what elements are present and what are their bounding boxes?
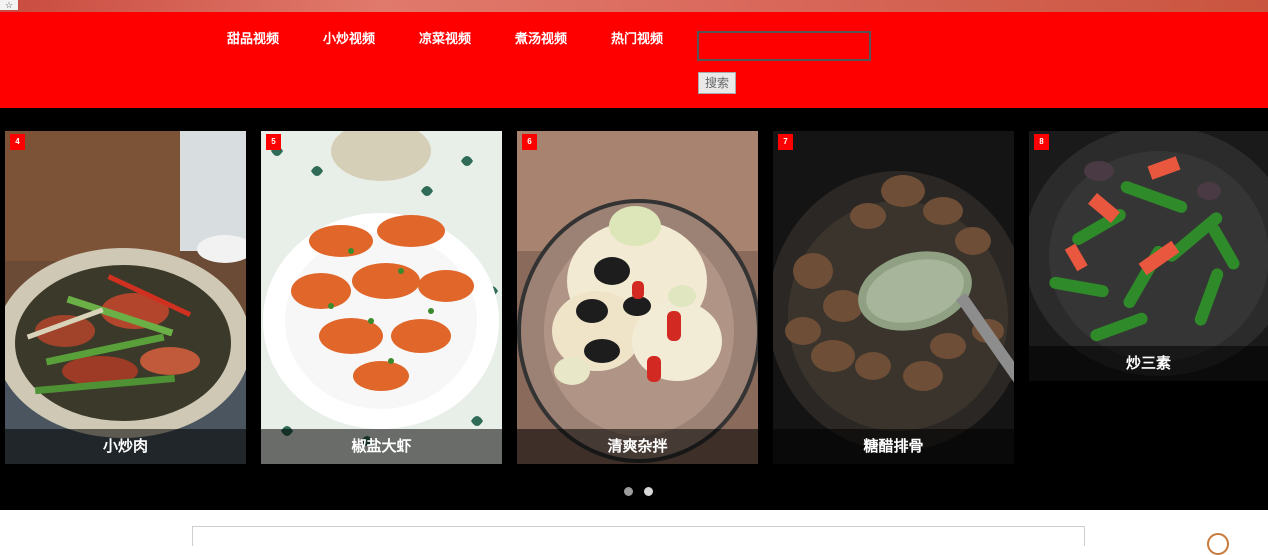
carousel-card[interactable]: 8 炒三素 <box>1029 131 1268 381</box>
carousel-card[interactable]: 5 椒盐大虾 <box>261 131 502 464</box>
nav-item-stirfry-videos[interactable]: 小炒视频 <box>323 28 375 47</box>
floating-widget-icon[interactable] <box>1207 533 1229 555</box>
carousel-dot-1[interactable] <box>624 487 633 496</box>
nav-item-soup-videos[interactable]: 煮汤视频 <box>515 28 567 47</box>
dish-photo <box>5 131 246 464</box>
card-number-badge: 6 <box>522 134 537 150</box>
card-title: 炒三素 <box>1029 346 1268 381</box>
card-title: 清爽杂拌 <box>517 429 758 464</box>
search-input[interactable] <box>697 31 871 61</box>
search-button[interactable]: 搜索 <box>698 72 736 94</box>
dish-photo <box>261 131 502 464</box>
top-banner-strip <box>0 0 1268 12</box>
carousel-dot-2[interactable] <box>644 487 653 496</box>
content-container <box>192 526 1085 546</box>
nav-item-dessert-videos[interactable]: 甜品视频 <box>227 28 279 47</box>
card-title: 椒盐大虾 <box>261 429 502 464</box>
dish-photo <box>773 131 1014 464</box>
carousel-card[interactable]: 4 小炒肉 <box>5 131 246 464</box>
card-title: 糖醋排骨 <box>773 429 1014 464</box>
navbar: 甜品视频 小炒视频 凉菜视频 煮汤视频 热门视频 搜索 <box>0 12 1268 108</box>
dish-photo <box>517 131 758 464</box>
carousel-card[interactable]: 7 糖醋排骨 <box>773 131 1014 464</box>
star-icon[interactable]: ☆ <box>0 0 18 10</box>
nav-item-hot-videos[interactable]: 热门视频 <box>611 28 663 47</box>
card-number-badge: 7 <box>778 134 793 150</box>
video-carousel: 4 小炒肉 5 椒盐大虾 6 清爽杂拌 7 糖醋排骨 8 炒三素 <box>0 108 1268 510</box>
nav-item-cold-dish-videos[interactable]: 凉菜视频 <box>419 28 471 47</box>
card-number-badge: 5 <box>266 134 281 150</box>
card-number-badge: 8 <box>1034 134 1049 150</box>
carousel-card[interactable]: 6 清爽杂拌 <box>517 131 758 464</box>
card-title: 小炒肉 <box>5 429 246 464</box>
card-number-badge: 4 <box>10 134 25 150</box>
dish-photo <box>1029 131 1268 381</box>
